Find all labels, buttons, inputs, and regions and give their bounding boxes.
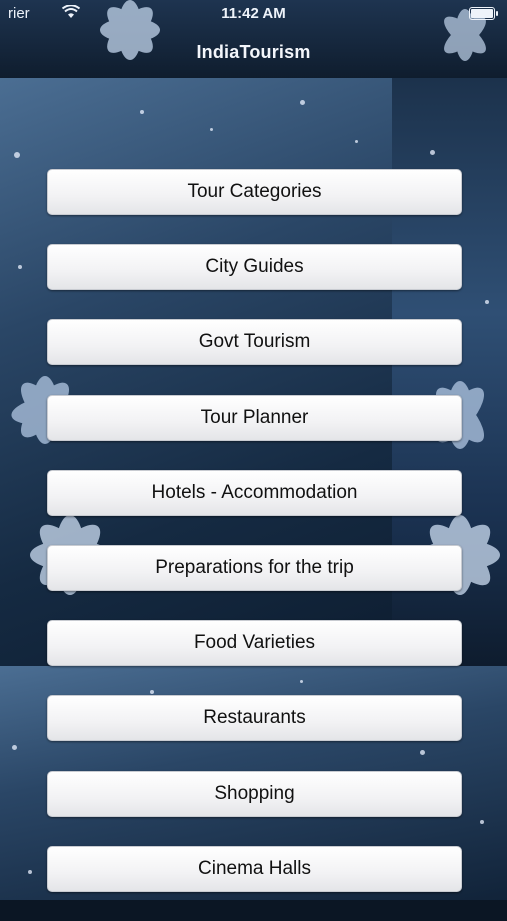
nav-title: IndiaTourism xyxy=(196,42,311,62)
droplet xyxy=(485,300,489,304)
droplet xyxy=(28,870,32,874)
droplet xyxy=(14,152,20,158)
hotels-accommodation-button[interactable]: Hotels - Accommodation xyxy=(47,469,462,516)
droplet xyxy=(18,265,22,269)
status-time: 11:42 AM xyxy=(221,5,286,22)
main-menu: Tour Categories City Guides Govt Tourism… xyxy=(47,169,462,921)
battery-icon xyxy=(469,7,498,20)
shopping-button[interactable]: Shopping xyxy=(47,770,462,817)
city-guides-button[interactable]: City Guides xyxy=(47,244,462,291)
cinema-halls-button[interactable]: Cinema Halls xyxy=(47,845,462,892)
droplet xyxy=(480,820,484,824)
droplet xyxy=(300,100,305,105)
droplet xyxy=(12,745,17,750)
droplet xyxy=(430,150,435,155)
droplet xyxy=(355,140,358,143)
tour-categories-button[interactable]: Tour Categories xyxy=(47,169,462,215)
droplet xyxy=(210,128,213,131)
govt-tourism-button[interactable]: Govt Tourism xyxy=(47,319,462,366)
trip-preparations-button[interactable]: Preparations for the trip xyxy=(47,544,462,591)
food-varieties-button[interactable]: Food Varieties xyxy=(47,620,462,667)
restaurants-button[interactable]: Restaurants xyxy=(47,695,462,742)
tour-planner-button[interactable]: Tour Planner xyxy=(47,394,462,441)
droplet xyxy=(140,110,144,114)
status-bar: rier 11:42 AM xyxy=(0,0,507,26)
